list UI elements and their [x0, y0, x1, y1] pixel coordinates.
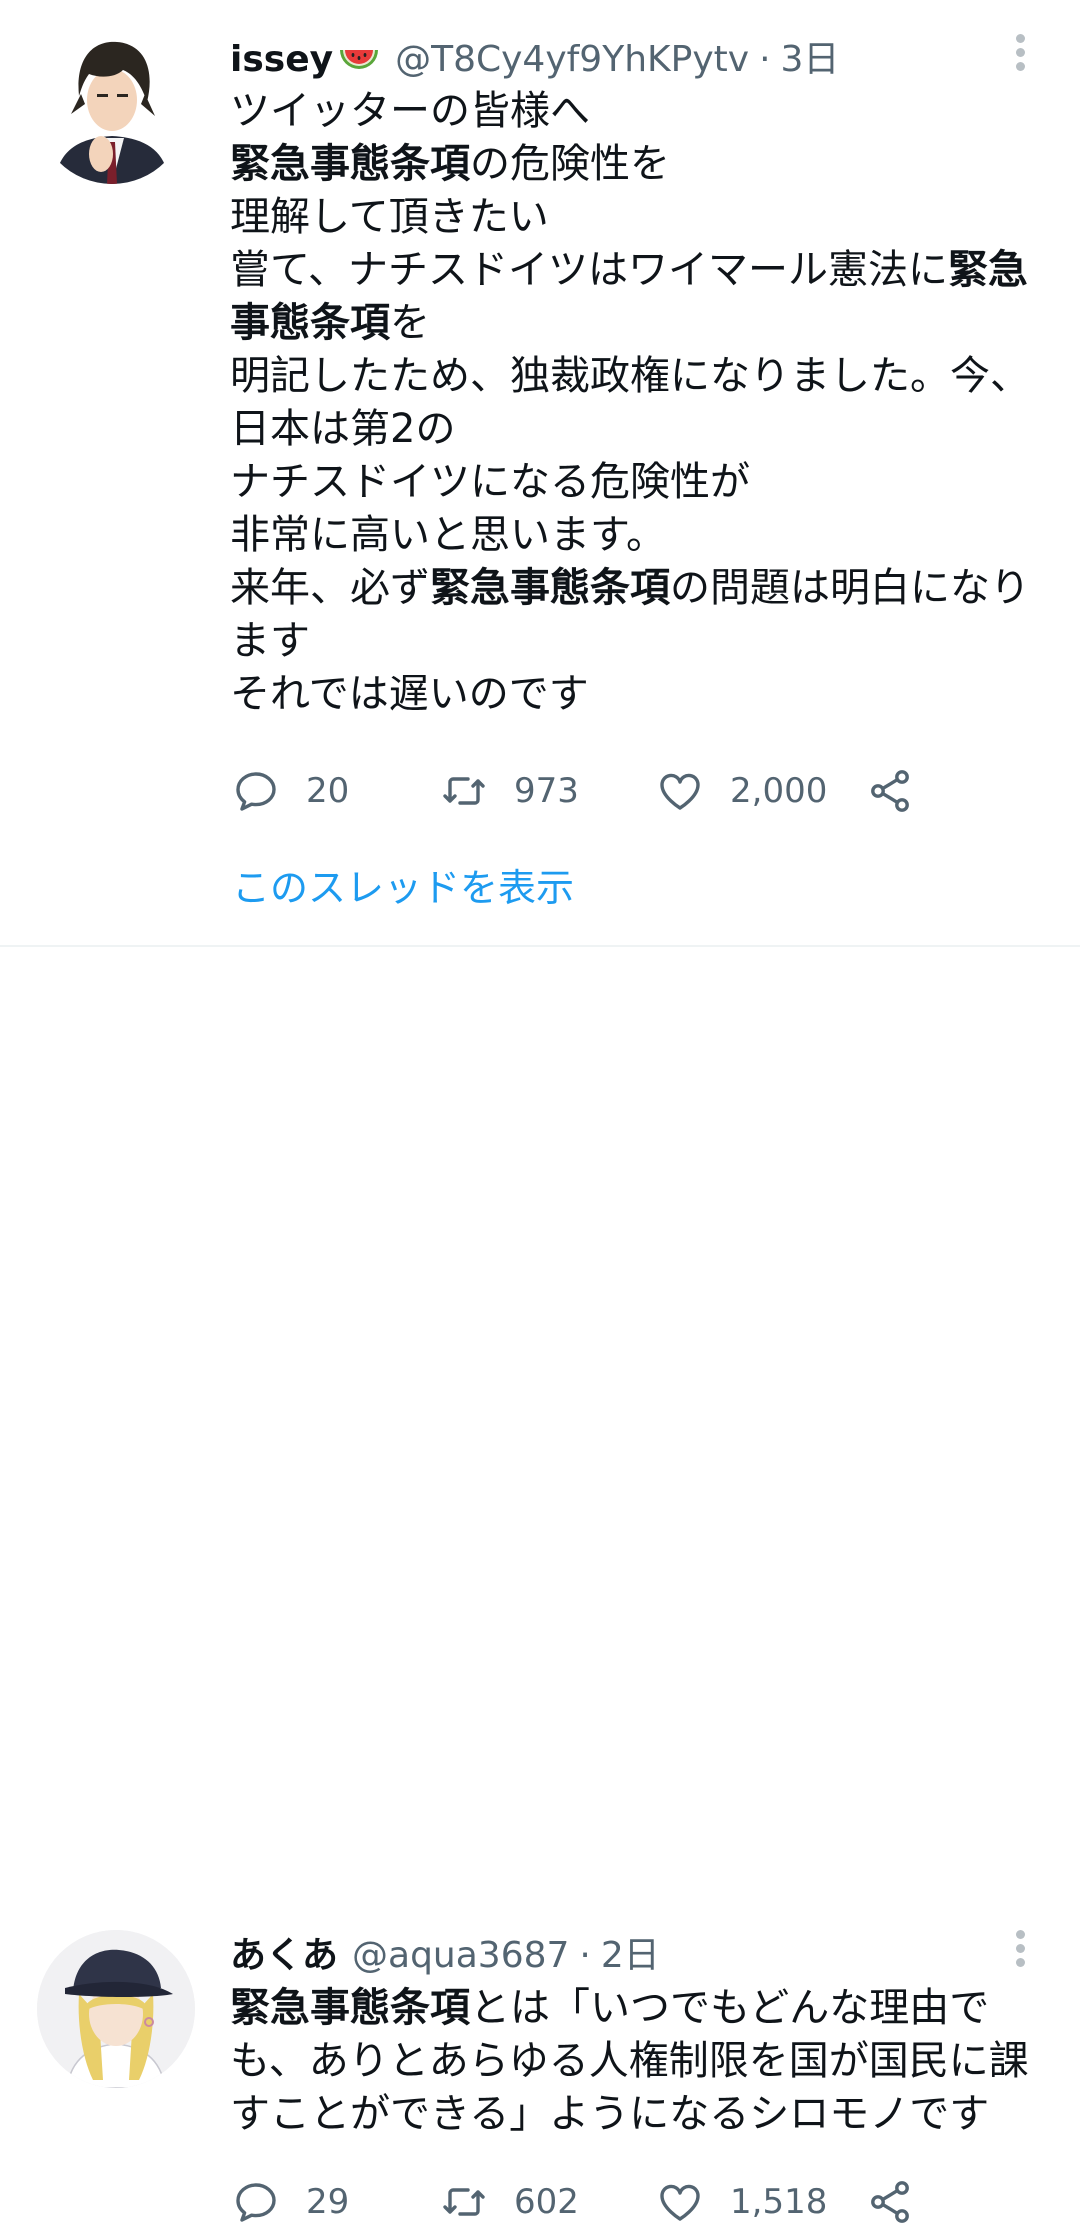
text-segment: 来年、必ず — [230, 565, 430, 611]
tweet-text-line: 日本は第2の — [230, 403, 1050, 456]
tweet-text-line: 緊急事態条項の危険性を — [230, 138, 1050, 191]
show-thread-link[interactable]: このスレッドを表示 — [232, 860, 574, 916]
text-segment: を — [390, 300, 430, 346]
like-button[interactable]: 2,000 — [656, 766, 827, 816]
tweet-text: ツイッターの皆様へ 緊急事態条項の危険性を 理解して頂きたい 嘗て、ナチスドイツはワイ… — [230, 85, 1050, 721]
reply-icon — [236, 2183, 276, 2222]
tweet-text-line: ツイッターの皆様へ — [230, 85, 1050, 138]
retweet-count: 602 — [514, 2182, 579, 2222]
tweet-text-line: ます — [230, 615, 1050, 668]
text-segment: 嘗て、ナチスドイツはワイマール憲法に — [230, 247, 948, 293]
text-segment: ツイッターの皆様へ — [230, 88, 590, 134]
tweet-text-line: すことができる」ようになるシロモノです — [230, 2088, 1050, 2141]
text-segment: の危険性を — [470, 141, 670, 187]
tweet-text-line: 緊急事態条項とは「いつでもどんな理由で — [230, 1982, 1050, 2035]
tweet-text-line: ナチスドイツになる危険性が — [230, 456, 1050, 509]
text-segment: とは「いつでもどんな理由で — [470, 1985, 990, 2031]
like-count: 1,518 — [730, 2182, 828, 2222]
retweet-icon — [443, 777, 485, 805]
retweet-button[interactable]: 973 — [440, 766, 579, 816]
share-icon — [871, 770, 909, 812]
highlighted-term: 緊急事態条項 — [230, 1985, 470, 2031]
timestamp[interactable]: 3日 — [781, 34, 840, 86]
tweet-1[interactable]: issey @T8Cy4yf9YhKPytv · 3日 ツイッターの皆様へ 緊急事… — [0, 0, 1080, 946]
tweet-text-line: 理解して頂きたい — [230, 191, 1050, 244]
tweet-text-line: も、ありとあらゆる人権制限を国が国民に課 — [230, 2035, 1050, 2088]
tweet-text-line: 非常に高いと思います。 — [230, 509, 1050, 562]
text-segment: 非常に高いと思います。 — [230, 512, 666, 558]
text-segment: 日本は第2の — [230, 406, 456, 452]
retweet-icon — [443, 2188, 485, 2216]
share-button[interactable] — [866, 2177, 914, 2227]
display-name[interactable]: あくあ — [230, 1930, 338, 1982]
text-segment: ます — [230, 618, 310, 664]
more-icon[interactable] — [1008, 34, 1032, 78]
text-segment: の問題は明白になり — [670, 565, 1030, 611]
reply-icon — [236, 772, 276, 811]
tweet-text: 緊急事態条項とは「いつでもどんな理由で も、ありとあらゆる人権制限を国が国民に課す… — [230, 1982, 1050, 2141]
tweet-text-line: 来年、必ず緊急事態条項の問題は明白になり — [230, 562, 1050, 615]
highlighted-term: 緊急事態条項 — [430, 565, 670, 611]
retweet-count: 973 — [514, 771, 579, 811]
tweet-text-line: それでは遅いのです — [230, 668, 1050, 721]
avatar-aqua[interactable] — [37, 1930, 195, 2088]
text-segment: も、ありとあらゆる人権制限を国が国民に課 — [230, 2038, 1029, 2084]
tweet-header: あくあ @aqua3687 · 2日 — [230, 1930, 660, 1982]
user-handle[interactable]: @T8Cy4yf9YhKPytv — [395, 34, 749, 86]
watermelon-icon — [337, 40, 381, 80]
reply-button[interactable]: 20 — [232, 766, 349, 816]
tweet-text-line: 明記したため、独裁政権になりました。今、 — [230, 350, 1050, 403]
highlighted-term: 緊急 — [948, 247, 1028, 293]
separator-dot: · — [759, 39, 771, 80]
tweet-actions: 29 602 1,518 — [232, 2177, 932, 2227]
reply-count: 29 — [306, 2182, 350, 2222]
reply-count: 20 — [306, 771, 350, 811]
highlighted-term: 緊急事態条項 — [230, 141, 470, 187]
text-segment: すことができる」ようになるシロモノです — [230, 2091, 990, 2137]
user-handle[interactable]: @aqua3687 — [352, 1930, 569, 1982]
tweet-header: issey @T8Cy4yf9YhKPytv · 3日 — [230, 34, 839, 86]
like-icon — [660, 2184, 700, 2221]
text-segment: ナチスドイツになる危険性が — [230, 459, 750, 505]
tweet-2[interactable]: あくあ @aqua3687 · 2日 緊急事態条項とは「いつでもどんな理由で も、… — [0, 946, 1080, 2223]
tweet-actions: 20 973 2,000 — [232, 766, 932, 816]
tweet-text-line: 嘗て、ナチスドイツはワイマール憲法に緊急 — [230, 244, 1050, 297]
like-icon — [660, 773, 700, 810]
display-name[interactable]: issey — [230, 34, 333, 86]
share-icon — [871, 2181, 909, 2223]
avatar-issey[interactable] — [37, 34, 187, 184]
timestamp[interactable]: 2日 — [601, 1930, 660, 1982]
reply-button[interactable]: 29 — [232, 2177, 349, 2227]
like-button[interactable]: 1,518 — [656, 2177, 827, 2227]
text-segment: 明記したため、独裁政権になりました。今、 — [230, 353, 1030, 399]
separator-dot: · — [579, 1935, 591, 1976]
tweet-text-line: 事態条項を — [230, 297, 1050, 350]
share-button[interactable] — [866, 766, 914, 816]
like-count: 2,000 — [730, 771, 828, 811]
more-icon[interactable] — [1008, 1930, 1032, 1974]
text-segment: それでは遅いのです — [230, 671, 589, 717]
highlighted-term: 事態条項 — [230, 300, 390, 346]
text-segment: 理解して頂きたい — [230, 194, 549, 240]
retweet-button[interactable]: 602 — [440, 2177, 579, 2227]
